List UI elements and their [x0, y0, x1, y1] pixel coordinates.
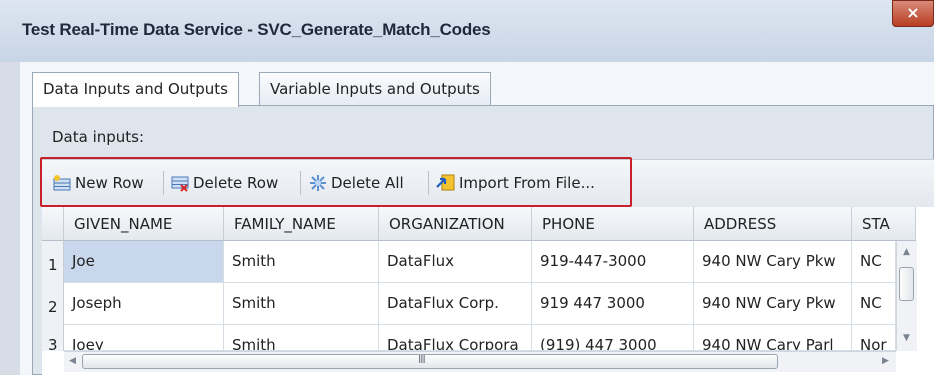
- tab-label: Variable Inputs and Outputs: [270, 80, 480, 98]
- close-icon: ×: [906, 3, 920, 22]
- grid-cell[interactable]: NC: [852, 241, 896, 283]
- grid-cell[interactable]: Smith: [224, 283, 379, 325]
- column-header[interactable]: ADDRESS: [694, 207, 852, 241]
- row-number[interactable]: 3: [42, 325, 64, 351]
- toolbar-highlight: [40, 157, 632, 207]
- vertical-scroll-thumb[interactable]: [899, 267, 914, 301]
- row-number[interactable]: 2: [42, 283, 64, 325]
- column-header[interactable]: STA: [852, 207, 916, 241]
- tab-data-inputs-outputs[interactable]: Data Inputs and Outputs: [32, 72, 239, 107]
- tab-label: Data Inputs and Outputs: [43, 80, 228, 98]
- grid-cell[interactable]: 919 447 3000: [532, 283, 694, 325]
- scroll-left-icon[interactable]: ◀: [69, 356, 76, 366]
- vertical-scrollbar[interactable]: ▲ ▼: [896, 241, 917, 351]
- scroll-up-icon[interactable]: ▲: [903, 247, 910, 257]
- grid-cell[interactable]: 940 NW Cary Pkw: [694, 241, 852, 283]
- scroll-down-icon[interactable]: ▼: [903, 333, 910, 343]
- grid-cell[interactable]: DataFlux Corpora: [379, 325, 532, 351]
- grid-cell[interactable]: Joey: [64, 325, 224, 351]
- row-number[interactable]: 1: [42, 241, 64, 283]
- grid-cell[interactable]: 919-447-3000: [532, 241, 694, 283]
- scroll-right-icon[interactable]: ▶: [882, 356, 889, 366]
- grid-cell[interactable]: 940 NW Cary Parl: [694, 325, 852, 351]
- grid-cell[interactable]: Nor: [852, 325, 896, 351]
- column-header[interactable]: GIVEN_NAME: [64, 207, 224, 241]
- grid-cell[interactable]: Smith: [224, 241, 379, 283]
- scroll-grip: III: [418, 353, 426, 366]
- grid-cell[interactable]: Joe: [64, 241, 224, 283]
- tab-variable-inputs-outputs[interactable]: Variable Inputs and Outputs: [259, 72, 491, 105]
- grid-cell[interactable]: 940 NW Cary Pkw: [694, 283, 852, 325]
- grid-cell[interactable]: Smith: [224, 325, 379, 351]
- grid-cell[interactable]: NC: [852, 283, 896, 325]
- grid-cell[interactable]: (919) 447 3000: [532, 325, 694, 351]
- column-header[interactable]: ORGANIZATION: [379, 207, 532, 241]
- horizontal-scroll-thumb[interactable]: III: [82, 353, 778, 369]
- grid-cell[interactable]: Joseph: [64, 283, 224, 325]
- window-title: Test Real-Time Data Service - SVC_Genera…: [22, 20, 491, 39]
- column-header[interactable]: FAMILY_NAME: [224, 207, 379, 241]
- grid-cell[interactable]: DataFlux Corp.: [379, 283, 532, 325]
- horizontal-scrollbar[interactable]: ◀ III ▶: [64, 351, 896, 372]
- grid-corner: [42, 207, 64, 241]
- data-inputs-label: Data inputs:: [52, 128, 145, 146]
- grid-cell[interactable]: DataFlux: [379, 241, 532, 283]
- close-button[interactable]: ×: [892, 0, 934, 27]
- column-header[interactable]: PHONE: [532, 207, 694, 241]
